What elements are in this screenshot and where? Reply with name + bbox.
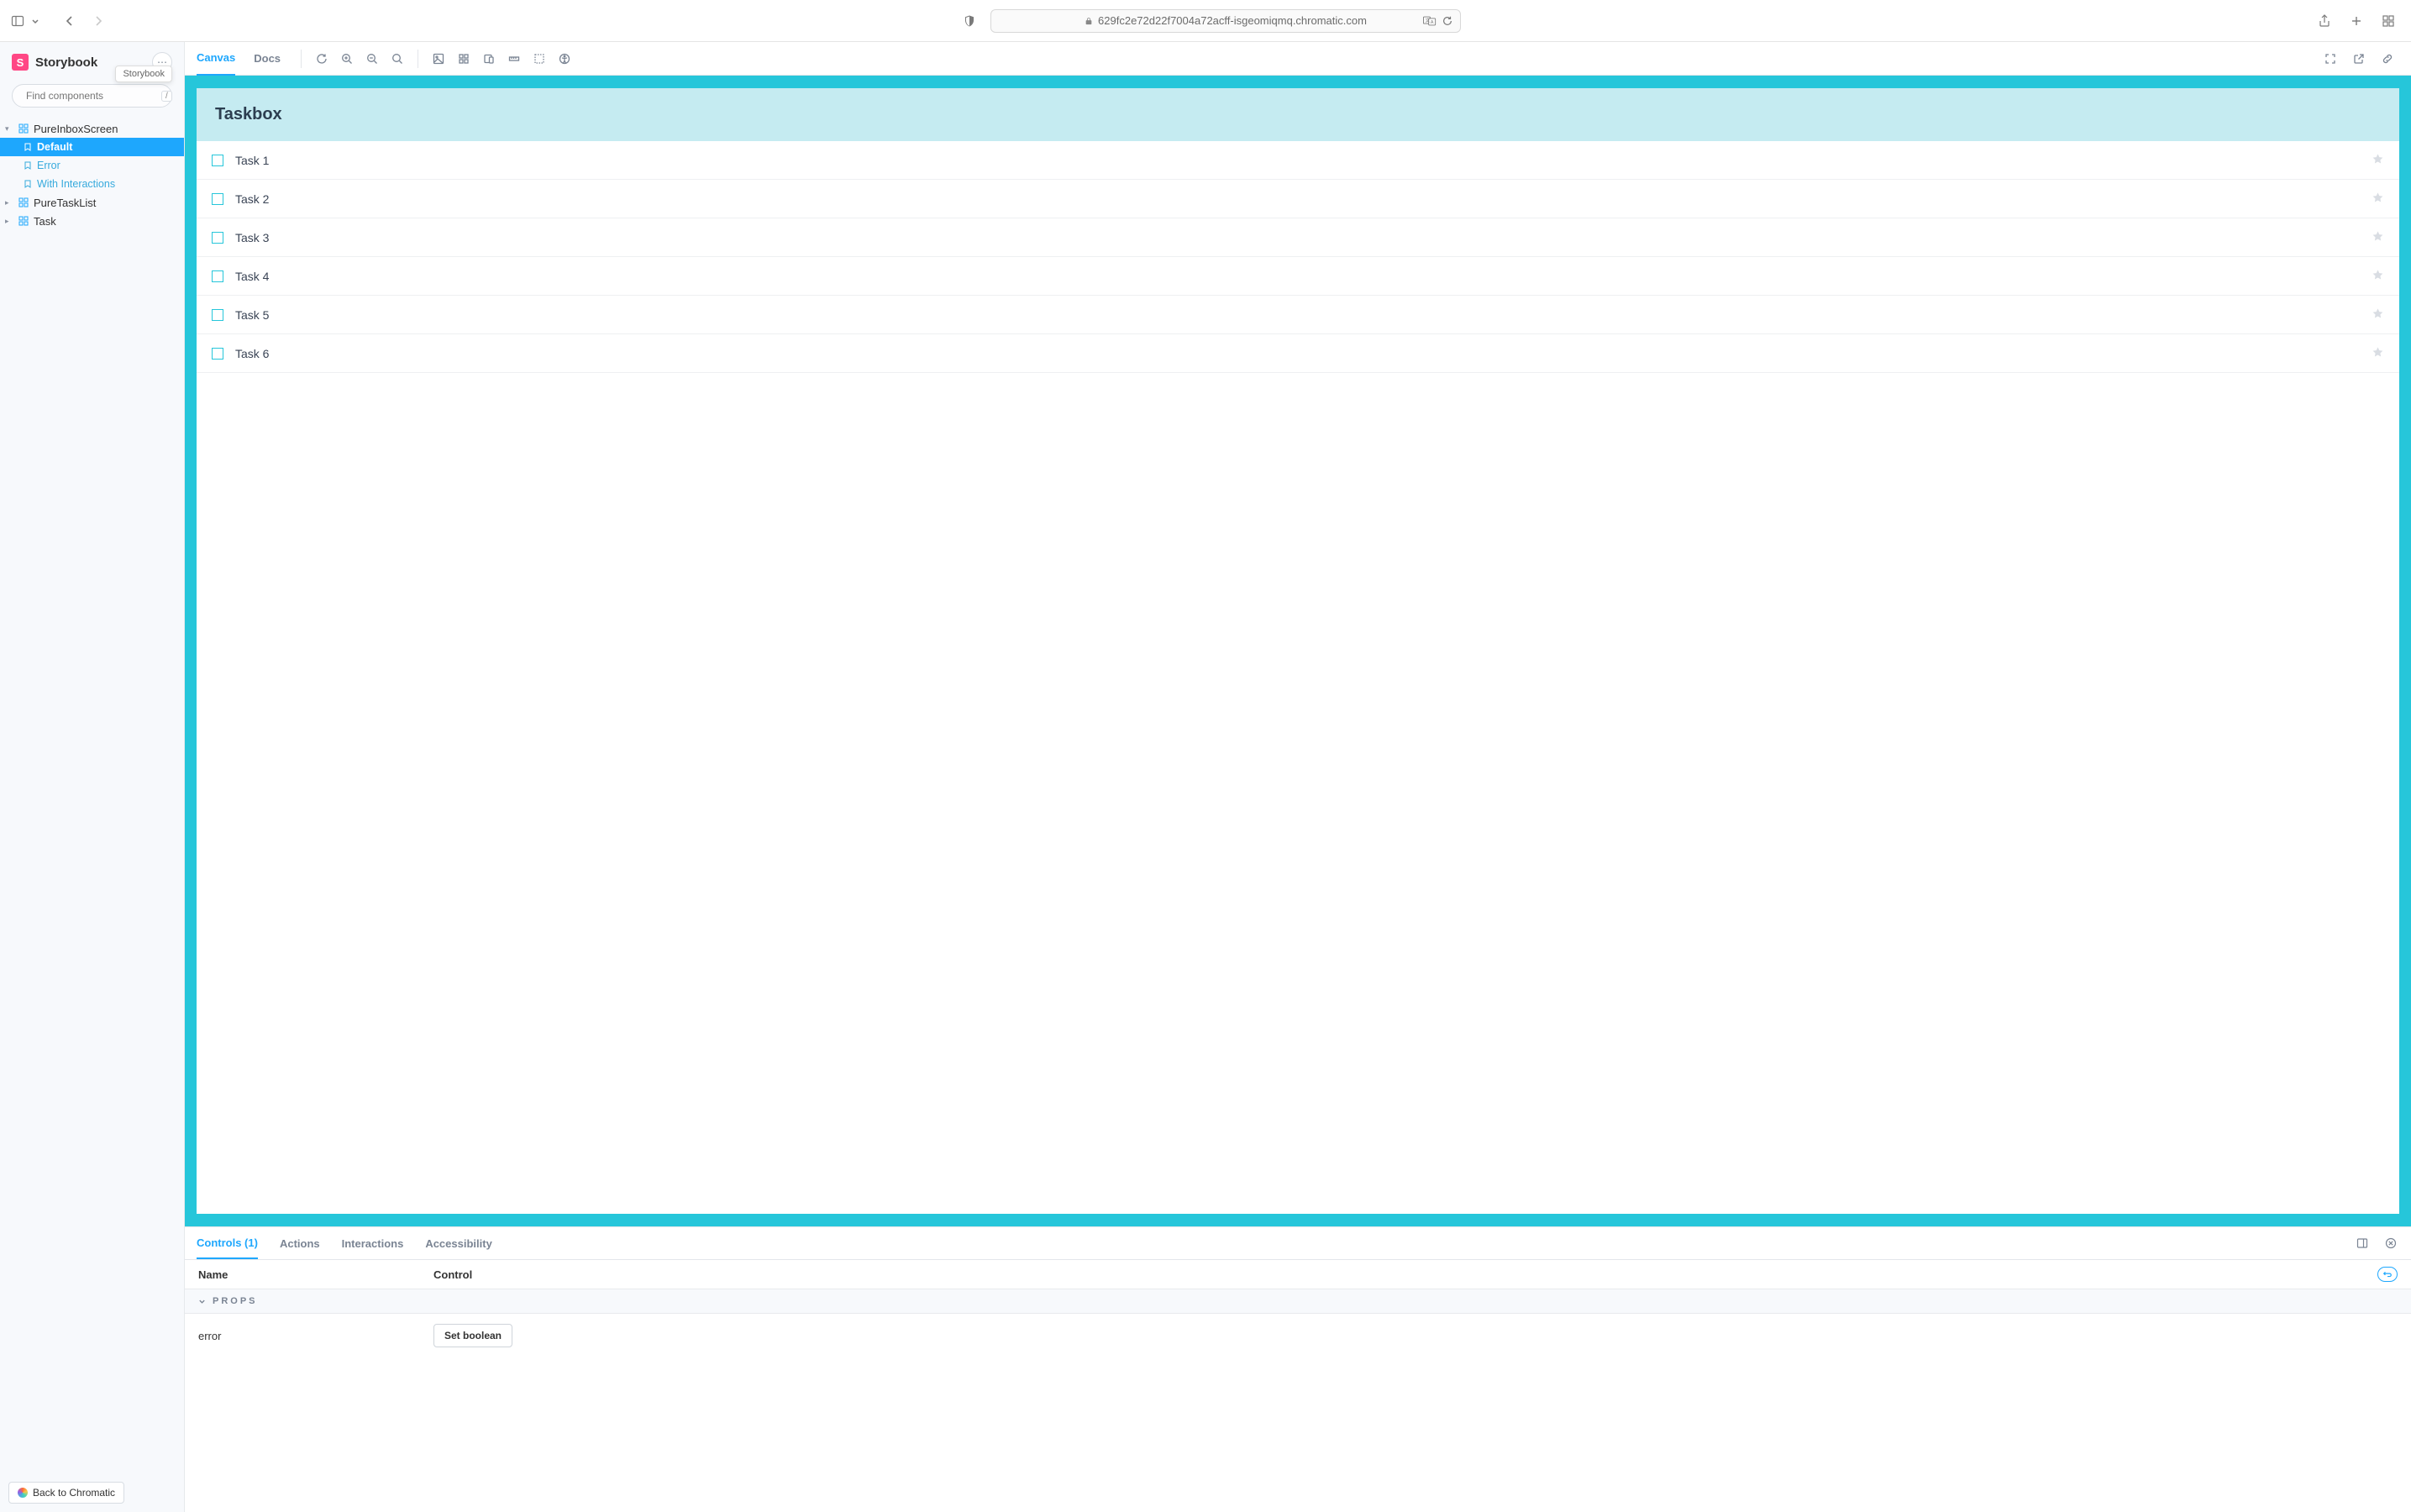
- task-checkbox[interactable]: [212, 348, 223, 360]
- viewport-icon[interactable]: [477, 47, 501, 71]
- star-icon[interactable]: [2372, 192, 2384, 207]
- reload-icon[interactable]: [1442, 13, 1453, 29]
- outline-icon[interactable]: [528, 47, 551, 71]
- zoom-reset-icon[interactable]: [386, 47, 409, 71]
- star-icon[interactable]: [2372, 153, 2384, 168]
- task-title[interactable]: Task 1: [235, 154, 2360, 167]
- addon-tab[interactable]: Interactions: [342, 1227, 404, 1259]
- chevron-down-icon: [198, 1298, 206, 1305]
- tabs-grid-icon[interactable]: [2381, 13, 2396, 29]
- shield-icon[interactable]: [962, 13, 977, 29]
- panel-orientation-icon[interactable]: [2354, 1231, 2371, 1255]
- taskbox-title: Taskbox: [215, 105, 2381, 124]
- addons-panel: Controls (1) Actions Interactions Accessibi…: [185, 1226, 2411, 1512]
- open-new-tab-icon[interactable]: [2347, 47, 2371, 71]
- browser-chrome: 629fc2e72d22f7004a72acff-isgeomiqmq.chro…: [0, 0, 2411, 42]
- tree-component[interactable]: ▾PureInboxScreen: [0, 119, 184, 138]
- brand-title: Storybook: [35, 55, 97, 70]
- canvas-frame: Taskbox Task 1 Task 2 Task 3 Task 4 Task 5 Ta…: [185, 76, 2411, 1226]
- grid-icon[interactable]: [452, 47, 475, 71]
- fullscreen-icon[interactable]: [2319, 47, 2342, 71]
- star-icon[interactable]: [2372, 346, 2384, 361]
- control-row: errorSet boolean: [185, 1314, 2411, 1357]
- url-text: 629fc2e72d22f7004a72acff-isgeomiqmq.chro…: [1098, 14, 1367, 27]
- task-title[interactable]: Task 2: [235, 192, 2360, 206]
- storybook-logo: S: [12, 54, 29, 71]
- search-input[interactable]: [26, 90, 156, 102]
- task-row: Task 4: [197, 257, 2399, 296]
- tree-component[interactable]: ▸Task: [0, 212, 184, 230]
- new-tab-icon[interactable]: [2349, 13, 2364, 29]
- nav-back-icon[interactable]: [62, 13, 77, 29]
- sidebar-toggle-icon[interactable]: [10, 13, 25, 29]
- controls-header: Name Control: [185, 1260, 2411, 1289]
- a11y-icon[interactable]: [553, 47, 576, 71]
- address-bar[interactable]: 629fc2e72d22f7004a72acff-isgeomiqmq.chro…: [990, 9, 1461, 33]
- tooltip: Storybook: [115, 66, 172, 82]
- props-section-header[interactable]: PROPS: [185, 1289, 2411, 1314]
- task-title[interactable]: Task 3: [235, 231, 2360, 244]
- translate-icon[interactable]: 文A: [1423, 15, 1437, 27]
- task-checkbox[interactable]: [212, 270, 223, 282]
- background-icon[interactable]: [427, 47, 450, 71]
- taskbox-header: Taskbox: [197, 88, 2399, 141]
- task-title[interactable]: Task 5: [235, 308, 2360, 322]
- toolbar-tab[interactable]: Docs: [254, 42, 281, 76]
- component-tree: ▾PureInboxScreenDefaultErrorWith Interac…: [0, 116, 184, 1473]
- main-panel: Canvas Docs Taskbox: [185, 42, 2411, 1512]
- task-checkbox[interactable]: [212, 193, 223, 205]
- control-name: error: [198, 1330, 433, 1342]
- task-row: Task 3: [197, 218, 2399, 257]
- measure-icon[interactable]: [502, 47, 526, 71]
- task-title[interactable]: Task 4: [235, 270, 2360, 283]
- share-icon[interactable]: [2317, 13, 2332, 29]
- canvas-toolbar: Canvas Docs: [185, 42, 2411, 76]
- tree-component[interactable]: ▸PureTaskList: [0, 193, 184, 212]
- star-icon[interactable]: [2372, 230, 2384, 245]
- tree-story[interactable]: Error: [0, 156, 184, 175]
- reset-controls-button[interactable]: [2377, 1267, 2398, 1282]
- zoom-in-icon[interactable]: [335, 47, 359, 71]
- search-field[interactable]: /: [12, 84, 172, 108]
- nav-forward-icon[interactable]: [91, 13, 106, 29]
- search-kbd: /: [161, 91, 172, 102]
- task-checkbox[interactable]: [212, 309, 223, 321]
- set-boolean-button[interactable]: Set boolean: [433, 1324, 512, 1347]
- addon-tab[interactable]: Controls (1): [197, 1227, 258, 1259]
- toolbar-tab[interactable]: Canvas: [197, 42, 235, 76]
- task-row: Task 6: [197, 334, 2399, 373]
- task-title[interactable]: Task 6: [235, 347, 2360, 360]
- task-checkbox[interactable]: [212, 232, 223, 244]
- copy-link-icon[interactable]: [2376, 47, 2399, 71]
- addon-tab[interactable]: Accessibility: [425, 1227, 492, 1259]
- svg-text:A: A: [1431, 20, 1434, 25]
- task-checkbox[interactable]: [212, 155, 223, 166]
- svg-text:文: 文: [1426, 16, 1431, 23]
- task-row: Task 5: [197, 296, 2399, 334]
- task-row: Task 2: [197, 180, 2399, 218]
- tree-story[interactable]: Default: [0, 138, 184, 156]
- star-icon[interactable]: [2372, 269, 2384, 284]
- header-name: Name: [198, 1268, 433, 1281]
- chevron-down-icon[interactable]: [30, 13, 40, 29]
- close-panel-icon[interactable]: [2382, 1231, 2399, 1255]
- remount-icon[interactable]: [310, 47, 334, 71]
- header-control: Control: [433, 1268, 2377, 1281]
- back-to-chromatic-button[interactable]: Back to Chromatic: [8, 1482, 124, 1504]
- chromatic-icon: [18, 1488, 28, 1498]
- addon-tab[interactable]: Actions: [280, 1227, 320, 1259]
- star-icon[interactable]: [2372, 307, 2384, 323]
- zoom-out-icon[interactable]: [360, 47, 384, 71]
- sidebar: S Storybook ⋯ Storybook / ▾PureInboxScre…: [0, 42, 185, 1512]
- task-row: Task 1: [197, 141, 2399, 180]
- tree-story[interactable]: With Interactions: [0, 175, 184, 193]
